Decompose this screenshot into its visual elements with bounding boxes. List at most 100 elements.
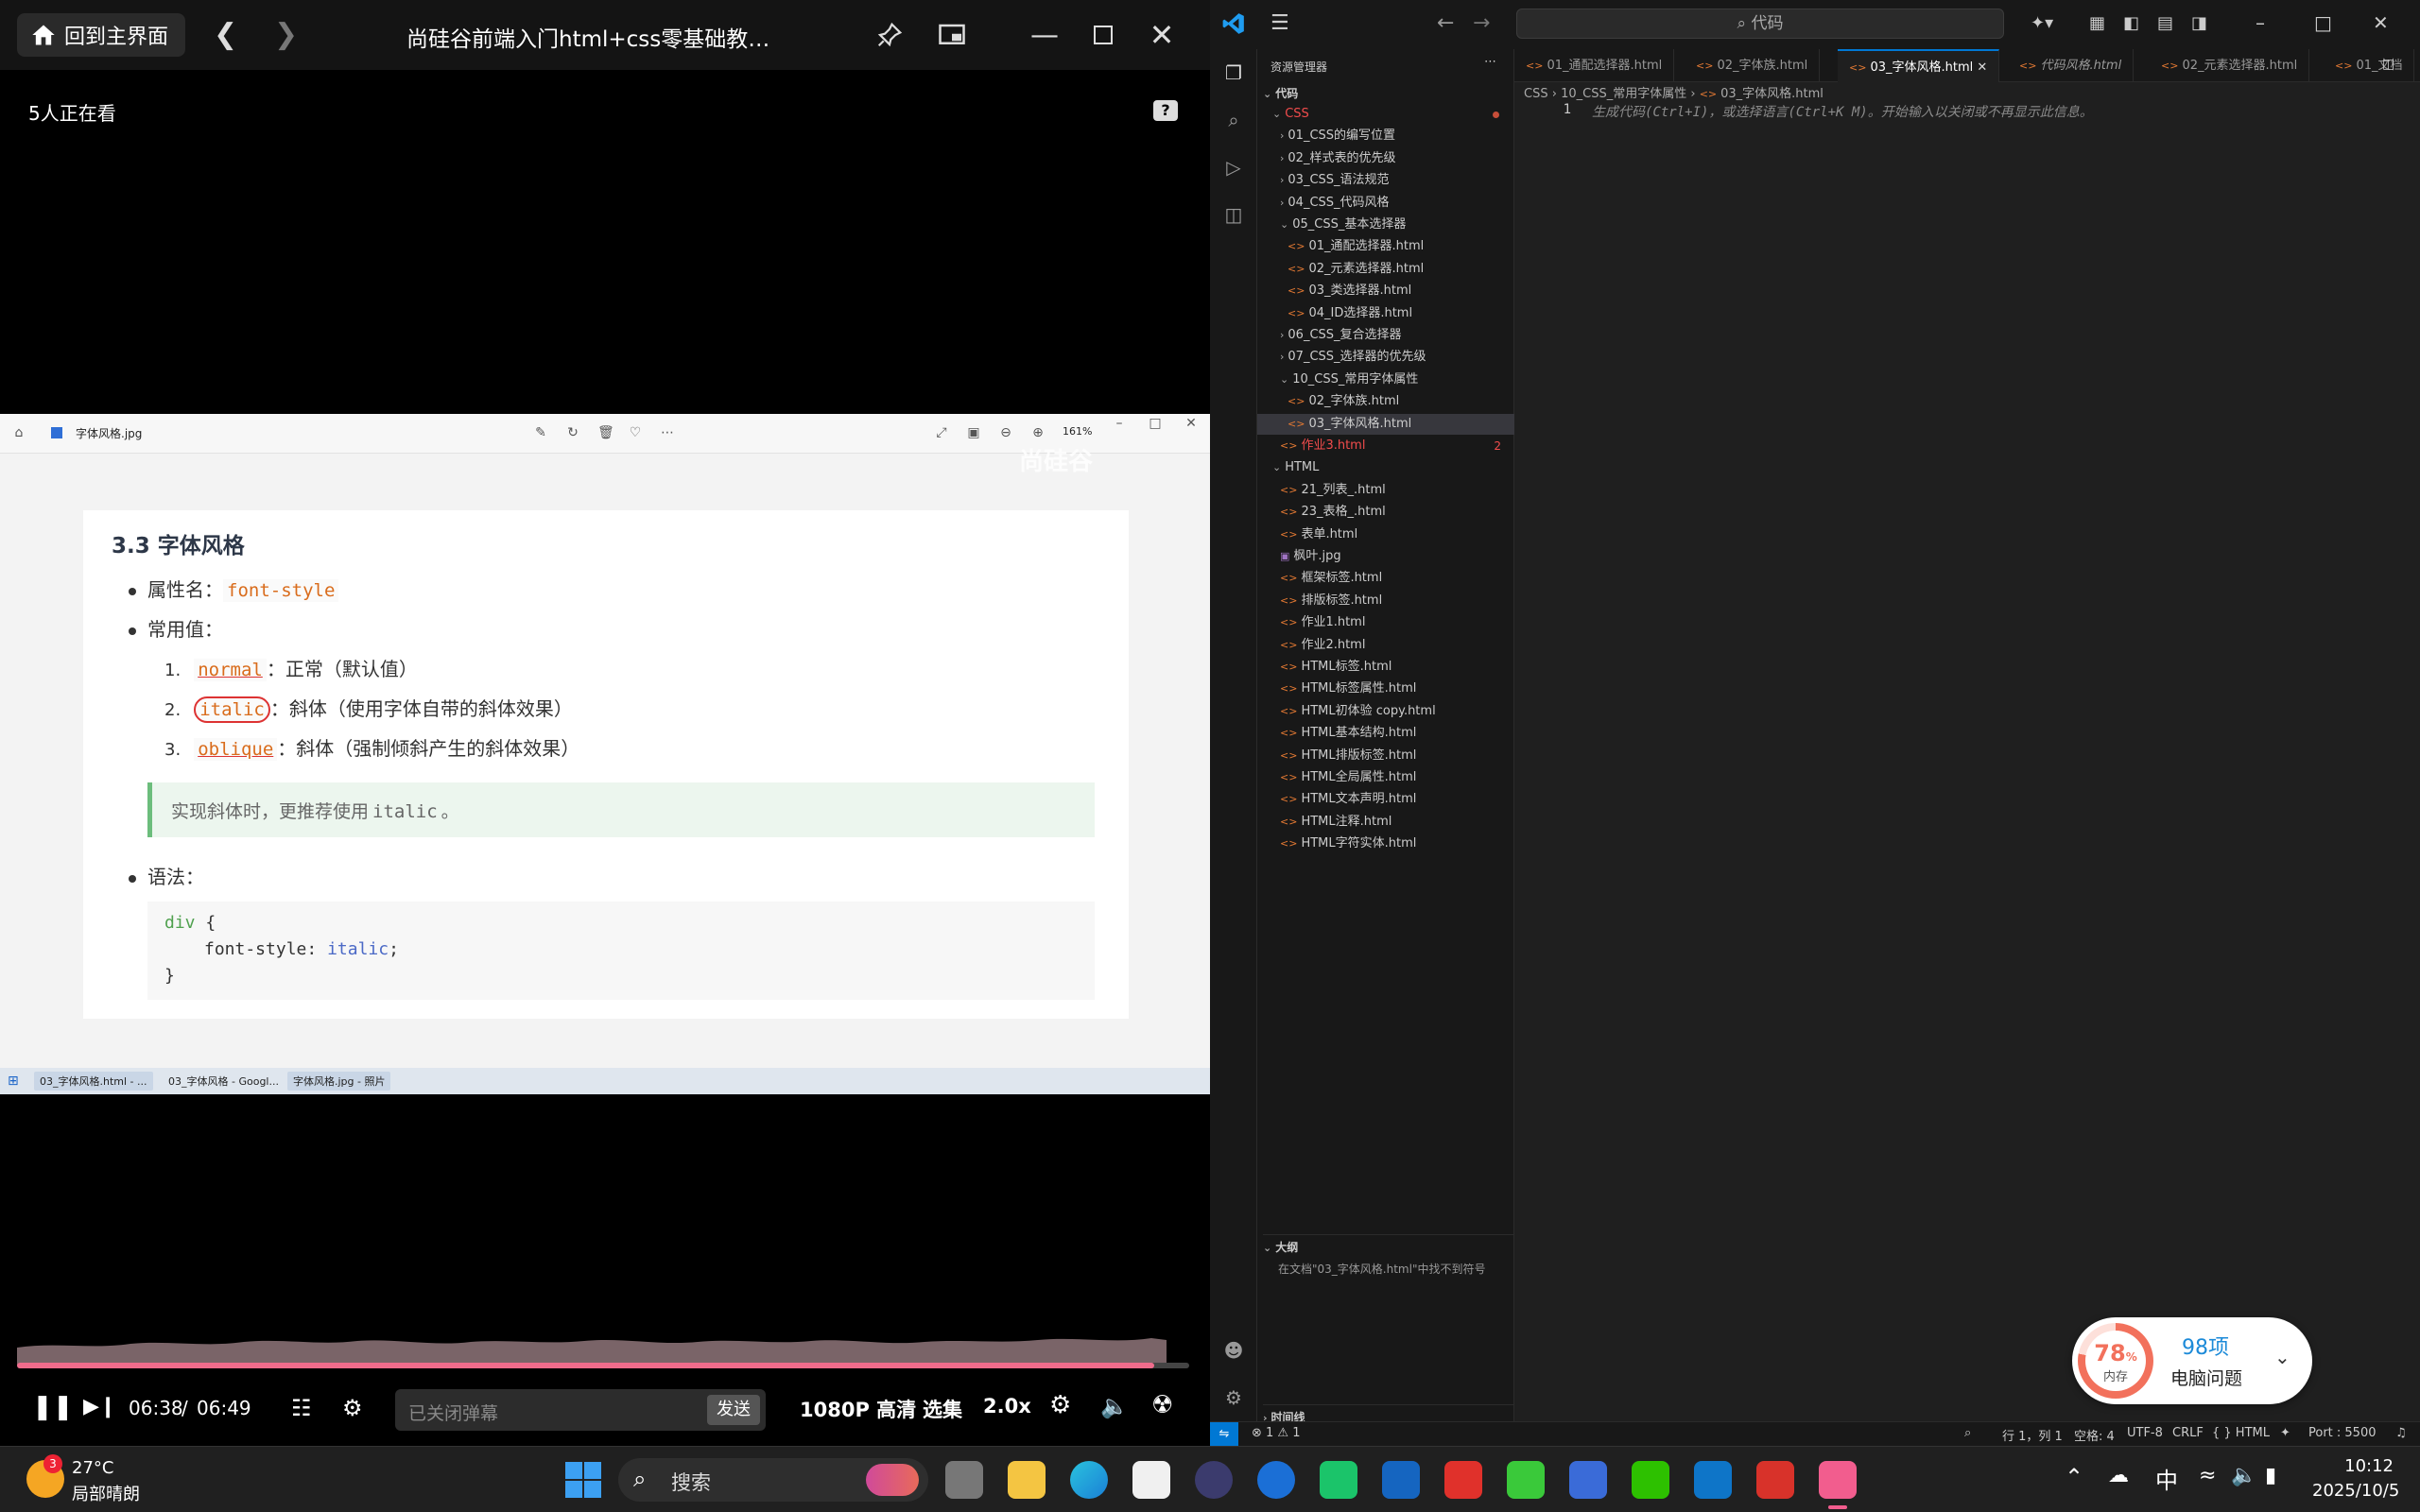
breadcrumb-item[interactable]: 10_CSS_常用字体属性 [1561,87,1686,101]
chevron-up-icon[interactable]: ⌃ [2065,1464,2083,1490]
tree-file[interactable]: <> 01_通配选择器.html [1257,236,1514,257]
danmaku-input[interactable]: 已关闭弹幕 发送 [395,1389,766,1431]
notifications-icon[interactable]: ♫ [2395,1426,2407,1440]
breadcrumb-item[interactable]: 03_字体风格.html [1720,87,1824,101]
split-editor-icon[interactable]: ◫ [2382,57,2394,72]
maximize-icon[interactable]: □ [2314,11,2332,34]
tree-file[interactable]: <> 02_字体族.html [1257,391,1514,412]
root-folder[interactable]: ⌄ 代码 [1263,85,1298,101]
zoom-icon[interactable]: ⌕ [1964,1426,1971,1440]
wifi-icon[interactable]: ≈ [2199,1464,2216,1487]
tree-file[interactable]: <> HTML排版标签.html [1257,746,1514,766]
line-ending[interactable]: CRLF [2172,1426,2204,1440]
minimize-icon[interactable]: — [1027,17,1063,53]
tree-folder[interactable]: ⌄ 05_CSS_基本选择器 [1257,215,1514,235]
cloud-off-icon[interactable]: ☁ [2108,1464,2129,1487]
tree-file[interactable]: <> 表单.html [1257,524,1514,545]
tree-file[interactable]: <> 框架标签.html [1257,568,1514,589]
mini-window-icon[interactable] [934,17,970,53]
wps-office-icon[interactable] [1756,1461,1794,1499]
back-home-button[interactable]: 回到主界面 [17,13,185,57]
tree-file[interactable]: ▣ 枫叶.jpg [1257,546,1514,567]
radiation-icon[interactable]: ☢ [1151,1391,1173,1419]
tree-folder[interactable]: › 06_CSS_复合选择器 [1257,325,1514,346]
tree-file[interactable]: <> 04_ID选择器.html [1257,303,1514,324]
tree-file[interactable]: <> HTML注释.html [1257,812,1514,833]
danmaku-toggle-icon[interactable]: ☷ [291,1395,312,1421]
tree-folder[interactable]: ⌄ 10_CSS_常用字体属性 [1257,369,1514,390]
speed-button[interactable]: 2.0x [983,1395,1031,1418]
tree-file[interactable]: <> 02_元素选择器.html [1257,259,1514,280]
volume-icon[interactable]: 🔈 [2231,1464,2256,1487]
bilibili-icon[interactable] [1819,1461,1857,1499]
tree-file[interactable]: <> HTML基本结构.html [1257,723,1514,744]
language-mode[interactable]: { } HTML [2212,1426,2270,1440]
run-debug-icon[interactable]: ▷ [1221,155,1246,180]
wps-icon[interactable] [1444,1461,1482,1499]
app-green-icon[interactable] [1320,1461,1357,1499]
tree-folder[interactable]: ⌄ CSS [1257,104,1514,125]
editor-tab[interactable]: <> 03_字体风格.html ✕ [1838,49,2000,82]
manage-gear-icon[interactable]: ⚙ [1221,1385,1246,1410]
editor-tab[interactable]: <> 01_通配选择器.html [1514,49,1675,82]
browser-icon[interactable] [1257,1461,1295,1499]
send-button[interactable]: 发送 [707,1395,760,1425]
clock-time[interactable]: 10:12 [2331,1456,2394,1476]
vscode-taskbar-icon[interactable] [1694,1461,1732,1499]
tree-file[interactable]: <> 作业2.html [1257,635,1514,656]
close-icon[interactable]: ✕ [2373,11,2389,34]
next-arrow-icon[interactable]: ❯ [274,19,298,51]
editor-tab[interactable]: <> 02_元素选择器.html [2150,49,2310,82]
explorer-icon[interactable]: ❐ [1221,60,1246,85]
copilot-status-icon[interactable]: ✦ [2280,1426,2290,1440]
chevron-down-icon[interactable]: ⌄ [2274,1346,2290,1368]
tree-file[interactable]: <> 03_类选择器.html [1257,281,1514,301]
task-view-icon[interactable] [945,1461,983,1499]
ime-indicator[interactable]: 中 [2155,1462,2178,1495]
maximize-icon[interactable] [1085,17,1121,53]
tree-file[interactable]: <> HTML文本声明.html [1257,789,1514,810]
outline-section[interactable]: ⌄ 大纲 [1263,1234,1514,1255]
live-server-port[interactable]: Port : 5500 [2308,1426,2377,1440]
forward-arrow-icon[interactable]: → [1473,11,1490,35]
remote-icon[interactable]: ⇋ [1210,1422,1238,1446]
tree-folder[interactable]: › 03_CSS_语法规范 [1257,170,1514,191]
tree-folder[interactable]: › 01_CSS的编写位置 [1257,126,1514,146]
editor-tab[interactable]: <> 01_文档 [2324,49,2415,82]
outlook-icon[interactable] [1382,1461,1420,1499]
tree-file[interactable]: <> 作业1.html [1257,612,1514,633]
toggle-secondary-sidebar-icon[interactable]: ◨ [2191,13,2207,33]
menu-icon[interactable]: ☰ [1270,11,1289,35]
more-icon[interactable]: ⋯ [1484,55,1496,69]
copilot-icon[interactable]: ✦▾ [2031,13,2053,33]
tree-file[interactable]: <> HTML初体验 copy.html [1257,701,1514,722]
tree-folder[interactable]: ⌄ HTML [1257,457,1514,478]
extensions-icon[interactable]: ◫ [1221,202,1246,227]
close-tab-icon[interactable]: ✕ [1973,60,1987,75]
problems-count[interactable]: ⊗ 1 ⚠ 1 [1252,1426,1301,1440]
store-icon[interactable] [1132,1461,1170,1499]
tree-file[interactable]: <> 21_列表_.html [1257,480,1514,501]
close-icon[interactable]: ✕ [1144,17,1180,53]
command-search[interactable]: ⌕ 代码 [1516,9,2004,39]
search-icon[interactable]: ⌕ [1221,108,1246,132]
tree-file[interactable]: <> 03_字体风格.html [1257,413,1514,435]
taskbar-search[interactable]: ⌕ 搜索 [618,1458,928,1502]
tree-file[interactable]: <> HTML标签.html [1257,657,1514,678]
minimize-icon[interactable]: – [2256,11,2265,34]
indentation[interactable]: 空格: 4 [2074,1426,2115,1444]
help-icon[interactable]: ? [1153,100,1178,121]
tree-file[interactable]: <> 23_表格_.html [1257,502,1514,523]
tree-file[interactable]: <> 排版标签.html [1257,591,1514,611]
editor-tab[interactable]: <> 02_字体族.html [1685,49,1821,82]
edge-icon[interactable] [1070,1461,1108,1499]
back-arrow-icon[interactable]: ← [1437,11,1454,35]
pin-icon[interactable] [872,17,908,53]
tree-file[interactable]: <> 作业3.html 2 [1257,436,1514,456]
tree-folder[interactable]: › 02_样式表的优先级 [1257,148,1514,169]
next-episode-icon[interactable]: ▶❙ [83,1395,116,1418]
account-icon[interactable]: ☻ [1221,1338,1246,1363]
layout-icon[interactable]: ▦ [2089,13,2105,33]
wechat-icon[interactable] [1632,1461,1669,1499]
danmaku-settings-icon[interactable]: ⚙ [342,1395,363,1421]
